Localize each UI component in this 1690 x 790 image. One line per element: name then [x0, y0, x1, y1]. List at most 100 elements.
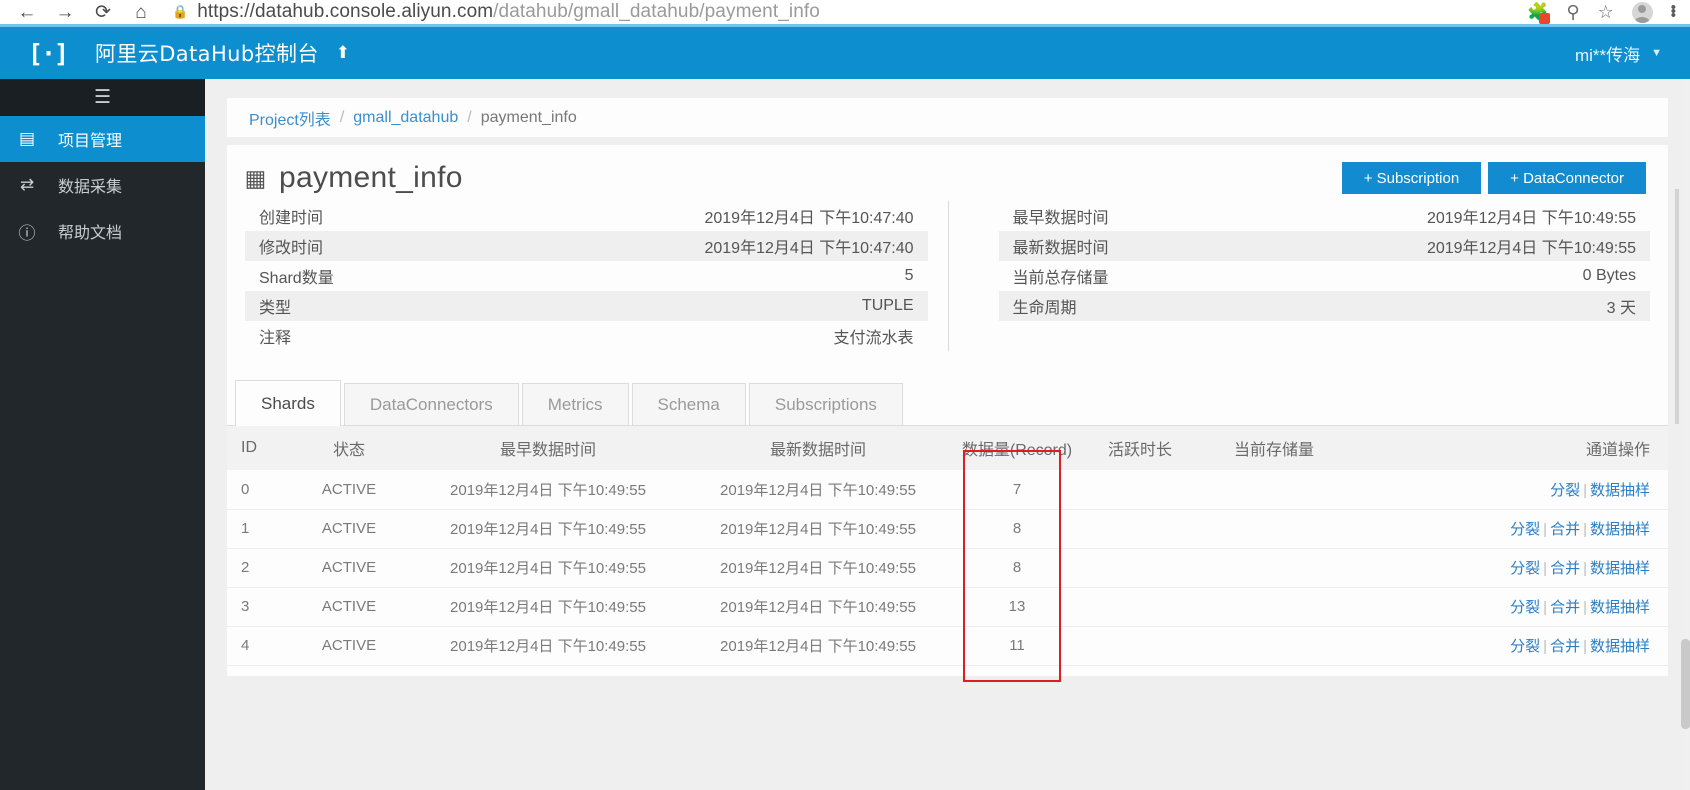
- datahub-logo[interactable]: [·]: [0, 39, 95, 68]
- split-link[interactable]: 分裂: [1550, 482, 1580, 499]
- column-header-id[interactable]: ID: [227, 426, 285, 470]
- app-title: 阿里云DataHub控制台: [95, 42, 319, 66]
- column-header-latest[interactable]: 最新数据时间: [683, 426, 953, 470]
- add-dataconnector-button[interactable]: + DataConnector: [1488, 162, 1646, 194]
- browser-toolbar: ← → ⟳ ⌂ 🔒 https://datahub.console.aliyun…: [0, 0, 1690, 24]
- brackets-logo-icon: [·]: [27, 38, 69, 68]
- cell-id: 4: [227, 626, 285, 666]
- table-row[interactable]: 3 ACTIVE 2019年12月4日 下午10:49:55 2019年12月4…: [227, 587, 1668, 627]
- merge-link[interactable]: 合并: [1550, 521, 1580, 538]
- back-icon[interactable]: ←: [10, 0, 44, 24]
- page-title: payment_info: [279, 161, 463, 194]
- merge-link[interactable]: 合并: [1550, 560, 1580, 577]
- header-user-menu[interactable]: mi**传海 ▼: [1575, 41, 1690, 66]
- info-value: 3 天: [1606, 300, 1636, 317]
- info-key: 创建时间: [259, 210, 324, 227]
- info-row: 注释 支付流水表: [245, 321, 928, 351]
- split-link[interactable]: 分裂: [1510, 560, 1540, 577]
- profile-avatar-icon[interactable]: [1631, 1, 1653, 23]
- tab-dataconnectors[interactable]: DataConnectors: [343, 383, 519, 425]
- puzzle-icon[interactable]: 🧩: [1527, 2, 1551, 24]
- browser-nav-buttons: ← → ⟳ ⌂: [0, 0, 158, 24]
- info-value: 2019年12月4日 下午10:47:40: [704, 240, 914, 257]
- column-header-storage[interactable]: 当前存储量: [1199, 426, 1349, 470]
- info-value: 0 Bytes: [1582, 267, 1636, 284]
- breadcrumb-item-gmall-datahub[interactable]: gmall_datahub: [353, 109, 458, 127]
- info-row: 生命周期 3 天: [998, 291, 1650, 321]
- panel-scrollbar[interactable]: [1675, 189, 1679, 424]
- merge-link[interactable]: 合并: [1550, 638, 1580, 655]
- info-key: 当前总存储量: [1012, 270, 1109, 287]
- sidebar-item-data-collection[interactable]: ⇄ 数据采集: [0, 162, 205, 208]
- ops-separator: |: [1543, 560, 1548, 577]
- sample-link[interactable]: 数据抽样: [1590, 521, 1650, 538]
- add-subscription-button[interactable]: + Subscription: [1341, 162, 1482, 194]
- column-header-operations[interactable]: 通道操作: [1349, 426, 1668, 470]
- cell-earliest: 2019年12月4日 下午10:49:55: [413, 509, 683, 549]
- tab-schema[interactable]: Schema: [631, 383, 746, 425]
- breadcrumb-item-project-list[interactable]: Project列表: [249, 106, 331, 130]
- page-scrollbar-thumb[interactable]: [1681, 639, 1690, 729]
- tab-subscriptions[interactable]: Subscriptions: [748, 383, 903, 425]
- column-header-active-duration[interactable]: 活跃时长: [1081, 426, 1199, 470]
- lock-icon: 🔒: [172, 4, 189, 19]
- merge-link[interactable]: 合并: [1550, 599, 1580, 616]
- table-icon: ▦: [244, 164, 267, 191]
- bookmark-star-icon[interactable]: ☆: [1598, 2, 1614, 23]
- topic-info-left: 创建时间 2019年12月4日 下午10:47:40 修改时间 2019年12月…: [245, 201, 948, 351]
- chevron-down-icon: ▼: [1651, 47, 1662, 59]
- forward-icon[interactable]: →: [48, 0, 82, 24]
- split-link[interactable]: 分裂: [1510, 521, 1540, 538]
- topic-info-right: 最早数据时间 2019年12月4日 下午10:49:55 最新数据时间 2019…: [947, 201, 1650, 351]
- ops-separator: |: [1583, 599, 1587, 616]
- cell-operations: 分裂 | 合并 | 数据抽样: [1349, 587, 1668, 627]
- user-name-label: mi**传海: [1574, 45, 1641, 65]
- cell-latest: 2019年12月4日 下午10:49:55: [683, 587, 953, 627]
- info-row: 最新数据时间 2019年12月4日 下午10:49:55: [998, 231, 1650, 261]
- cell-earliest: 2019年12月4日 下午10:49:55: [413, 470, 683, 510]
- table-row[interactable]: 1 ACTIVE 2019年12月4日 下午10:49:55 2019年12月4…: [227, 509, 1668, 549]
- sample-link[interactable]: 数据抽样: [1590, 599, 1650, 616]
- zoom-out-icon[interactable]: ⚲: [1566, 2, 1579, 23]
- sample-link[interactable]: 数据抽样: [1590, 560, 1650, 577]
- sidebar-collapse-toggle[interactable]: ☰: [0, 79, 205, 116]
- breadcrumb: Project列表 / gmall_datahub / payment_info: [227, 98, 1668, 137]
- info-key: 最早数据时间: [1012, 210, 1109, 227]
- browser-menu-icon[interactable]: • • •: [1671, 0, 1676, 23]
- reload-icon[interactable]: ⟳: [86, 0, 120, 24]
- cell-state: ACTIVE: [285, 548, 413, 588]
- info-value: 2019年12月4日 下午10:47:40: [704, 210, 914, 227]
- table-row[interactable]: 2 ACTIVE 2019年12月4日 下午10:49:55 2019年12月4…: [227, 548, 1668, 588]
- info-value: 支付流水表: [833, 330, 914, 347]
- cell-state: ACTIVE: [285, 587, 413, 627]
- page-scrollbar-track[interactable]: [1681, 79, 1690, 790]
- split-link[interactable]: 分裂: [1510, 599, 1540, 616]
- cell-records: 8: [953, 548, 1081, 588]
- sample-link[interactable]: 数据抽样: [1590, 482, 1650, 499]
- transfer-arrows-icon: ⇄: [19, 175, 35, 194]
- ops-separator: |: [1543, 599, 1548, 616]
- cell-state: ACTIVE: [285, 509, 413, 549]
- cell-storage: [1199, 509, 1349, 549]
- split-link[interactable]: 分裂: [1510, 638, 1540, 655]
- breadcrumb-separator: /: [467, 108, 472, 126]
- sidebar-item-project-management[interactable]: ▤ 项目管理: [0, 116, 205, 162]
- info-value: 2019年12月4日 下午10:49:55: [1426, 240, 1636, 257]
- table-row[interactable]: 0 ACTIVE 2019年12月4日 下午10:49:55 2019年12月4…: [227, 470, 1668, 510]
- sidebar-item-label: 项目管理: [58, 133, 123, 150]
- address-bar[interactable]: 🔒 https://datahub.console.aliyun.com/dat…: [158, 0, 1527, 24]
- sidebar-item-help-docs[interactable]: ⓘ 帮助文档: [0, 208, 205, 254]
- table-row[interactable]: 4 ACTIVE 2019年12月4日 下午10:49:55 2019年12月4…: [227, 626, 1668, 666]
- column-header-earliest[interactable]: 最早数据时间: [413, 426, 683, 470]
- column-header-state[interactable]: 状态: [285, 426, 413, 470]
- pin-up-arrow-icon[interactable]: ⬆: [336, 43, 350, 63]
- column-header-records[interactable]: 数据量(Record): [953, 426, 1081, 470]
- cell-active-duration: [1081, 470, 1199, 510]
- cell-earliest: 2019年12月4日 下午10:49:55: [413, 548, 683, 588]
- cell-records: 7: [953, 470, 1081, 510]
- tab-metrics[interactable]: Metrics: [521, 383, 629, 425]
- browser-action-icons: 🧩 ⚲ ☆ • • •: [1527, 0, 1690, 24]
- sample-link[interactable]: 数据抽样: [1590, 638, 1650, 655]
- home-icon[interactable]: ⌂: [124, 0, 158, 24]
- tab-shards[interactable]: Shards: [235, 380, 341, 426]
